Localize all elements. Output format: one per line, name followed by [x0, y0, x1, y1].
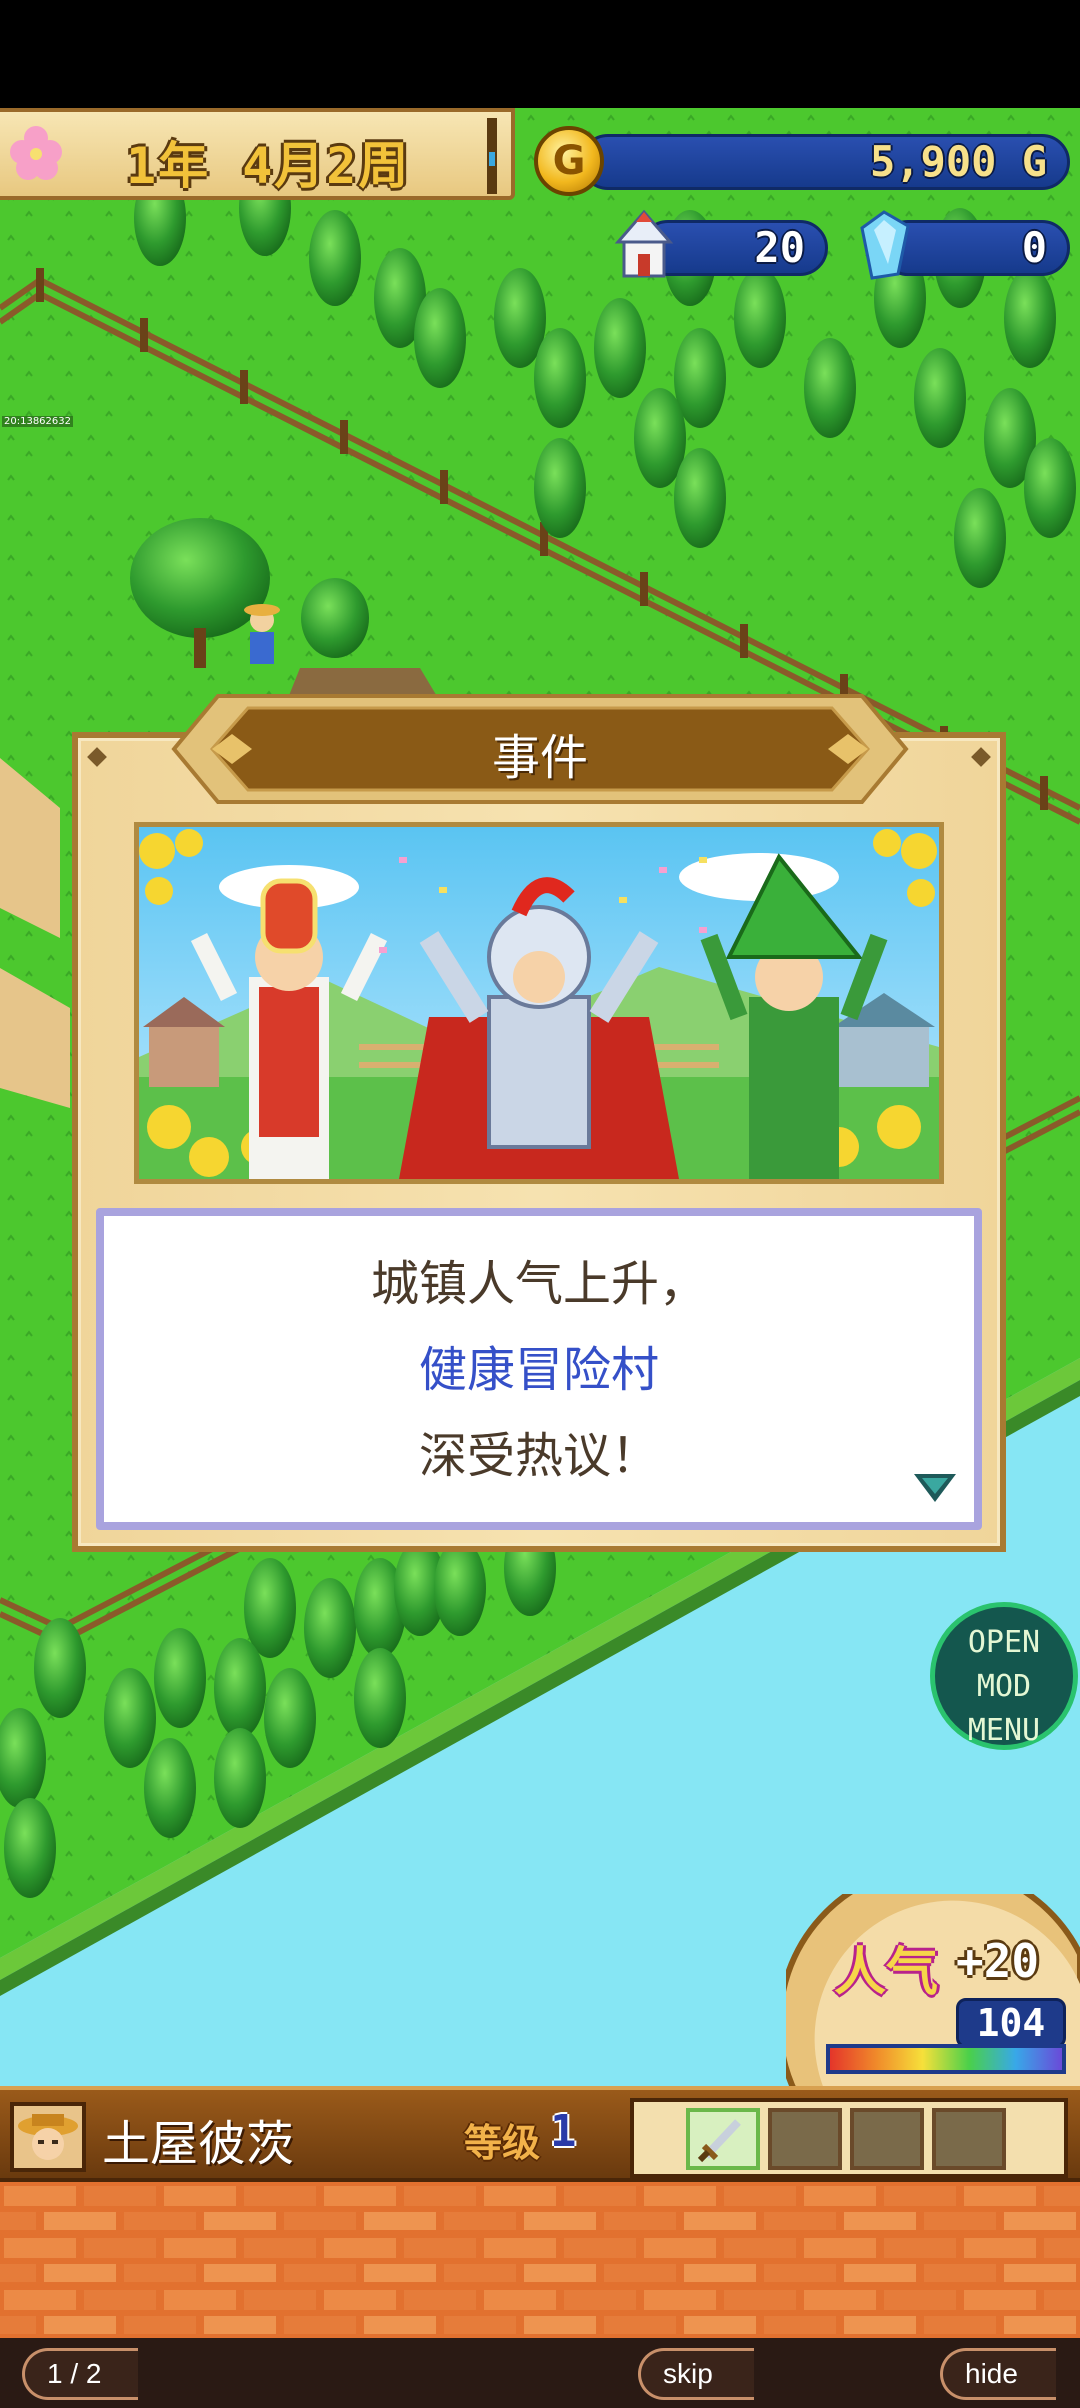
adventurer-face-icon [14, 2106, 82, 2168]
bottom-bar: 1 / 2 skip hide [0, 2338, 1080, 2408]
avatar[interactable] [10, 2102, 86, 2172]
next-arrow-icon[interactable] [912, 1470, 958, 1506]
popularity-bar-fill [830, 2048, 1062, 2070]
level-value: 1 [550, 2106, 577, 2157]
hide-button[interactable]: hide [940, 2348, 1056, 2400]
popularity-gauge: 人气 +20 104 [786, 1894, 1080, 2094]
message-line-2: 健康冒险村 [418, 1342, 659, 1398]
status-bar [0, 0, 1080, 108]
sakura-icon [10, 126, 62, 180]
message-line-3: 深受热议！ [418, 1428, 659, 1484]
equipment-slots [630, 2098, 1068, 2178]
debug-label: 20:13862632 [2, 416, 73, 427]
rivet [87, 747, 107, 767]
character-name: 土屋彼茨 [102, 2116, 295, 2172]
rivet [971, 747, 991, 767]
page-indicator[interactable]: 1 / 2 [22, 2348, 138, 2400]
equipment-slot[interactable] [932, 2108, 1006, 2170]
character-bar[interactable]: 土屋彼茨 等级 1 [0, 2086, 1080, 2182]
equipment-slot[interactable] [850, 2108, 924, 2170]
open-mod-menu-button[interactable]: OPEN MOD MENU [930, 1602, 1078, 1750]
crystal-icon [860, 210, 910, 280]
event-message-box[interactable]: 城镇人气上升， 健康冒险村 深受热议！ [96, 1208, 982, 1530]
house-icon [614, 209, 674, 278]
skip-button[interactable]: skip [638, 2348, 754, 2400]
sword-icon [697, 2119, 741, 2163]
popularity-bar [826, 2044, 1066, 2074]
brick-pattern [0, 2182, 1080, 2338]
popularity-label: 人气 [834, 1943, 939, 2003]
date-panel: 1年 4月2周 [0, 108, 515, 200]
message-line-1: 城镇人气上升， [370, 1256, 707, 1312]
equipment-slot[interactable] [768, 2108, 842, 2170]
equipment-slot-weapon[interactable] [686, 2108, 760, 2170]
season-progress [487, 118, 497, 194]
date-text: 1年 4月2周 [126, 137, 411, 195]
popularity-value: 104 [956, 1998, 1066, 2048]
level-label: 等级 [464, 2121, 541, 2165]
popularity-delta: +20 [956, 1934, 1040, 1988]
mod-menu-line-1: OPEN [967, 1625, 1041, 1660]
gold-counter: 5,900 G [580, 134, 1070, 190]
coin-icon: G [534, 126, 604, 196]
event-title: 事件 [491, 730, 588, 786]
event-title-banner: 事件 [168, 690, 912, 808]
mod-menu-line-2: MOD MENU [967, 1669, 1041, 1748]
brick-floor [0, 2182, 1080, 2338]
event-illustration [134, 822, 944, 1184]
celebration-illustration [139, 827, 939, 1179]
